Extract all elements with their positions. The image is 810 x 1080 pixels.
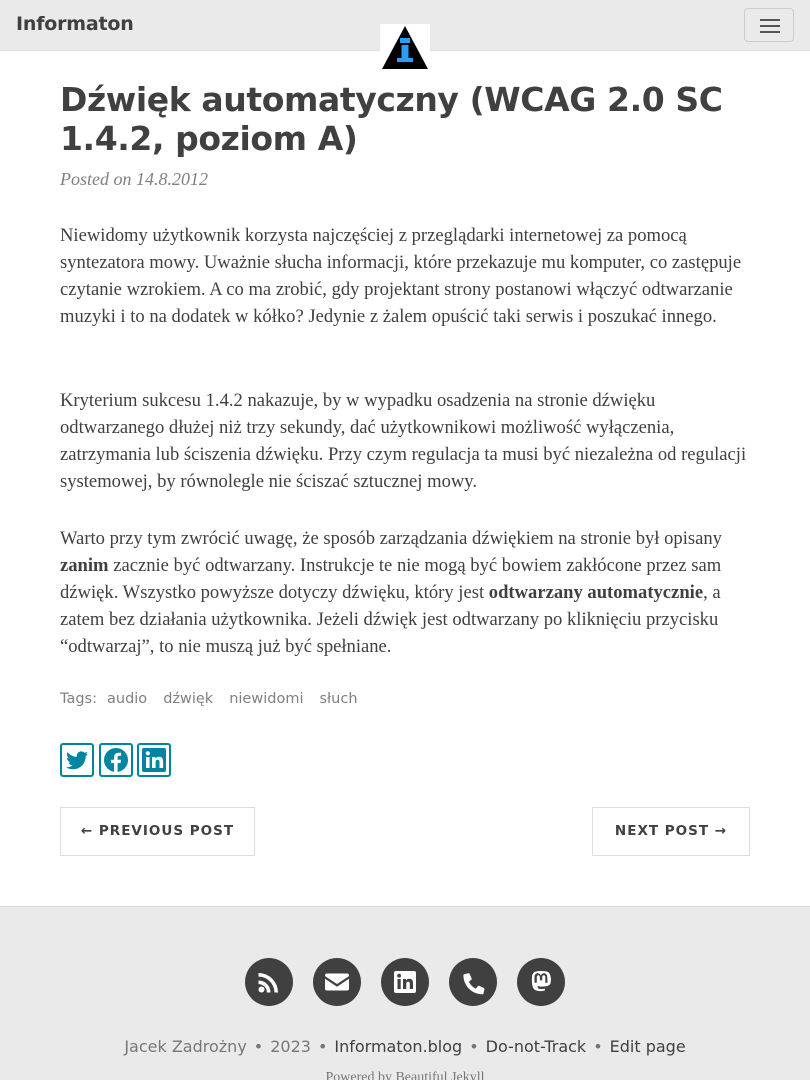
linkedin-icon xyxy=(142,748,166,772)
tag-audio[interactable]: audio xyxy=(107,691,147,707)
tag-sluch[interactable]: słuch xyxy=(319,691,357,707)
footer-mastodon-link[interactable] xyxy=(517,958,565,1006)
tag-niewidomi[interactable]: niewidomi xyxy=(229,691,303,707)
tags-label: Tags: xyxy=(60,691,97,707)
footer-rss-link[interactable] xyxy=(245,958,293,1006)
email-icon xyxy=(325,973,349,991)
footer-copyright: Jacek Zadrożny • 2023 • Informaton.blog • Do-n… xyxy=(124,1037,686,1056)
powered-by: Powered by Beautiful Jekyll xyxy=(325,1070,485,1080)
paragraph-3: Warto przy tym zwrócić uwagę, że sposób … xyxy=(60,525,750,660)
rss-icon xyxy=(258,973,278,993)
phone-icon xyxy=(463,973,485,995)
tag-dzwiek[interactable]: dźwięk xyxy=(163,691,213,707)
paragraph-1: Niewidomy użytkownik korzysta najczęście… xyxy=(60,225,742,327)
post-date: 14.8.2012 xyxy=(136,169,208,189)
p3-text-a: Warto przy tym zwrócić uwagę, że sposób … xyxy=(60,528,722,549)
post-meta: Posted on 14.8.2012 xyxy=(60,169,208,190)
share-facebook-button[interactable] xyxy=(99,743,133,777)
info-triangle-logo xyxy=(382,26,428,69)
previous-post-button[interactable]: ← PREVIOUS POST xyxy=(60,807,255,856)
year: 2023 xyxy=(270,1037,311,1056)
tags: Tags: audio dźwięk niewidomi słuch xyxy=(60,691,358,707)
post-title: Dźwięk automatyczny (WCAG 2.0 SC 1.4.2, … xyxy=(60,80,723,158)
footer-linkedin-link[interactable] xyxy=(381,958,429,1006)
p3-bold-zanim: zanim xyxy=(60,555,109,576)
facebook-icon xyxy=(104,748,128,772)
footer-email-link[interactable] xyxy=(313,958,361,1006)
menu-toggle-button[interactable] xyxy=(744,8,794,42)
site-logo[interactable] xyxy=(380,24,430,71)
author-name: Jacek Zadrożny xyxy=(124,1037,247,1056)
next-post-button[interactable]: NEXT POST → xyxy=(592,807,750,856)
mastodon-icon xyxy=(531,971,551,992)
share-linkedin-button[interactable] xyxy=(137,743,171,777)
paragraph-2: Kryterium sukcesu 1.4.2 nakazuje, by w w… xyxy=(60,390,747,492)
footer-phone-link[interactable] xyxy=(449,958,497,1006)
do-not-track-link[interactable]: Do-not-Track xyxy=(486,1037,587,1056)
edit-page-link[interactable]: Edit page xyxy=(610,1037,686,1056)
site-link[interactable]: Informaton.blog xyxy=(334,1037,462,1056)
brand-link[interactable]: Informaton xyxy=(16,13,134,35)
p3-bold-automatic: odtwarzany automatycznie xyxy=(488,582,704,603)
meta-prefix: Posted on xyxy=(60,169,132,189)
share-twitter-button[interactable] xyxy=(60,743,94,777)
linkedin-icon xyxy=(394,971,416,993)
twitter-icon xyxy=(66,751,88,770)
footer: Jacek Zadrożny • 2023 • Informaton.blog • Do-n… xyxy=(0,906,810,1080)
